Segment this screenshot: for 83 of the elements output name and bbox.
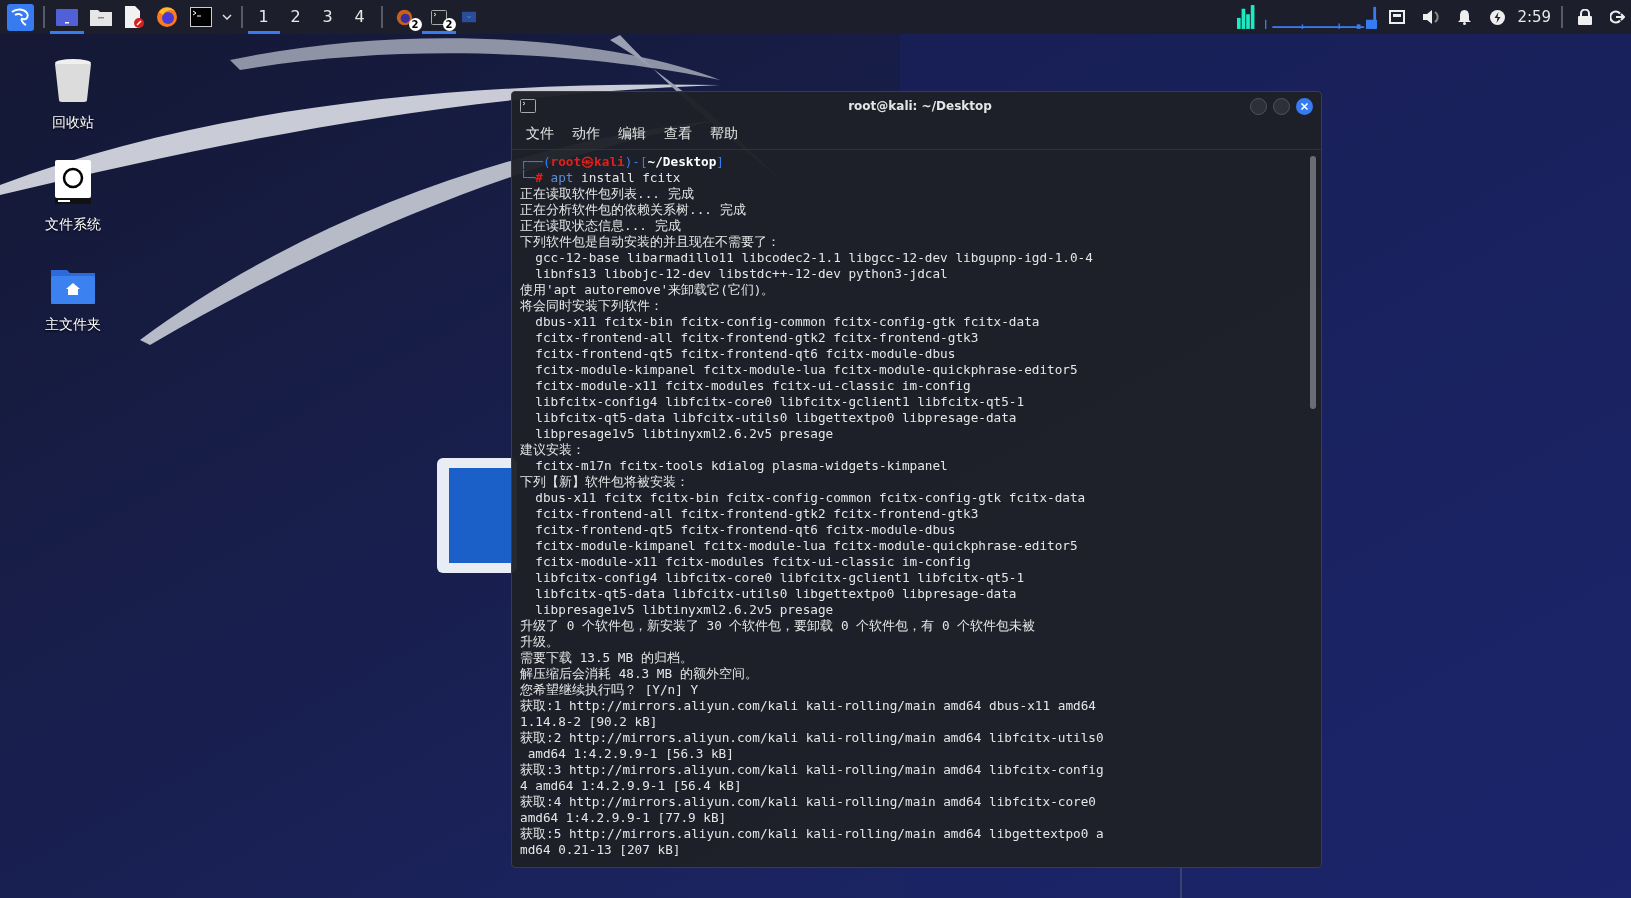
output-line: dbus-x11 fcitx-bin fcitx-config-common fcitx-config-gtk fcitx-data — [534, 314, 1040, 330]
output-line: 1.14.8-2 [90.2 kB] — [520, 714, 658, 730]
output-line: 正在读取状态信息... 完成 — [520, 218, 681, 234]
terminal-icon — [520, 99, 536, 113]
caret-icon — [221, 14, 232, 20]
menu-item[interactable]: 查看 — [662, 122, 694, 145]
output-line: amd64 1:4.2.9.9-1 [77.9 kB] — [520, 810, 727, 826]
output-line: 使用'apt autoremove'来卸载它(它们)。 — [520, 282, 775, 298]
output-line: 获取:5 http://mirrors.aliyun.com/kali kali-rolling/main amd64 libgettextpo0 a — [520, 826, 1104, 842]
output-line: 解压缩后会消耗 48.3 MB 的额外空间。 — [520, 666, 758, 682]
clock: 2:59 — [1516, 6, 1553, 28]
output-line: dbus-x11 fcitx fcitx-bin fcitx-config-common fcitx-config-gtk fcitx-data — [534, 490, 1086, 506]
output-line: 正在读取软件包列表... 完成 — [520, 186, 694, 202]
icon-label[interactable]: 文件系统 — [45, 214, 101, 235]
menu-item[interactable]: 动作 — [570, 122, 602, 145]
document-pencil-icon — [123, 6, 144, 28]
window-title: root@kali: ~/Desktop — [847, 98, 993, 115]
prompt-line: ┌──(root㉿kali)-[~/Desktop] — [520, 154, 724, 170]
output-line: fcitx-module-kimpanel fcitx-module-lua fcitx-module-quickphrase-editor5 — [534, 362, 1078, 378]
output-line: fcitx-frontend-qt5 fcitx-frontend-qt6 fcitx-module-dbus — [534, 522, 956, 538]
bell-icon — [1457, 9, 1473, 25]
window-button[interactable]: 2 — [387, 0, 422, 34]
output-line: 下列【新】软件包将被安装： — [520, 474, 689, 490]
terminal-icon — [189, 7, 212, 27]
window-count: 2 — [408, 18, 422, 31]
trash-icon — [54, 58, 92, 102]
output-line: libfcitx-config4 libfcitx-core0 libfcitx-gclient1 libfcitx-qt5-1 — [534, 394, 1025, 410]
output-line: libnfs13 libobjc-12-dev libstdc++-12-dev python3-jdcal — [534, 266, 948, 282]
output-line: fcitx-m17n fcitx-tools kdialog plasma-widgets-kimpanel — [534, 458, 948, 474]
output-line: fcitx-module-x11 fcitx-modules fcitx-ui-classic im-config — [534, 554, 971, 570]
lock-icon — [1577, 9, 1592, 25]
output-line: 下列软件包是自动安装的并且现在不需要了： — [520, 234, 780, 250]
output-line: 将会同时安装下列软件： — [520, 298, 663, 314]
output-line: fcitx-module-kimpanel fcitx-module-lua fcitx-module-quickphrase-editor5 — [534, 538, 1078, 554]
menu-item[interactable]: 帮助 — [708, 122, 740, 145]
desktop-icon — [55, 8, 78, 26]
output-line: md64 0.21-13 [207 kB] — [520, 842, 681, 858]
menu-item[interactable]: 编辑 — [616, 122, 648, 145]
firefox-icon — [155, 6, 178, 28]
output-line: fcitx-frontend-qt5 fcitx-frontend-qt6 fcitx-module-dbus — [534, 346, 956, 362]
output-line: fcitx-frontend-all fcitx-frontend-gtk2 fcitx-frontend-gtk3 — [534, 506, 979, 522]
workspace-tab[interactable]: 4 — [343, 0, 376, 34]
output-line: 获取:1 http://mirrors.aliyun.com/kali kali-rolling/main amd64 dbus-x11 amd64 — [520, 698, 1096, 714]
speaker-icon — [1423, 9, 1442, 25]
close-icon[interactable] — [1296, 97, 1313, 115]
output-line: 获取:3 http://mirrors.aliyun.com/kali kali-rolling/main amd64 libfcitx-config — [520, 762, 1104, 778]
output-line: fcitx-frontend-all fcitx-frontend-gtk2 fcitx-frontend-gtk3 — [534, 330, 979, 346]
scrollbar-thumb[interactable] — [1310, 156, 1316, 409]
folder-icon — [89, 8, 112, 26]
dragon-logo-icon — [7, 3, 34, 31]
icon-label[interactable]: 主文件夹 — [45, 314, 101, 335]
menu-item[interactable]: 文件 — [524, 122, 556, 145]
output-line: 4 amd64 1:4.2.9.9-1 [56.4 kB] — [520, 778, 742, 794]
network-icon — [1389, 10, 1406, 24]
output-line: 升级。 — [520, 634, 559, 650]
workspace-tab[interactable]: 1 — [247, 0, 280, 34]
output-line: libfcitx-config4 libfcitx-core0 libfcitx-gclient1 libfcitx-qt5-1 — [534, 570, 1025, 586]
lightning-icon — [1490, 9, 1506, 25]
home-folder-icon — [51, 268, 95, 304]
drive-icon — [55, 160, 91, 204]
prompt-line: └─# apt install fcitx — [520, 170, 681, 186]
output-line: 需要下载 13.5 MB 的归档。 — [520, 650, 693, 666]
window-button[interactable]: 2 — [421, 0, 456, 34]
firefox-icon — [396, 8, 413, 26]
output-line: 您希望继续执行吗？ [Y/n] Y — [520, 682, 699, 698]
workspace-tab[interactable]: 3 — [311, 0, 344, 34]
output-line: fcitx-module-x11 fcitx-modules fcitx-ui-classic im-config — [534, 378, 971, 394]
output-line: gcc-12-base libarmadillo11 libcodec2-1.1 libgcc-12-dev libgupnp-igd-1.0-4 — [534, 250, 1093, 266]
workspace-tab[interactable]: 2 — [279, 0, 312, 34]
output-line: 建议安装： — [520, 442, 585, 458]
output-line: 升级了 0 个软件包，新安装了 30 个软件包，要卸载 0 个软件包，有 0 个软件包未被 — [520, 618, 1036, 634]
logout-icon — [1609, 10, 1625, 24]
output-line: 正在分析软件包的依赖关系树... 完成 — [520, 202, 746, 218]
output-line: libfcitx-qt5-data libfcitx-utils0 libgettextpo0 libpresage-data — [534, 586, 1017, 602]
output-line: libfcitx-qt5-data libfcitx-utils0 libgettextpo0 libpresage-data — [534, 410, 1017, 426]
output-line: libpresage1v5 libtinyxml2.6.2v5 presage — [534, 426, 834, 442]
output-line: 获取:4 http://mirrors.aliyun.com/kali kali-rolling/main amd64 libfcitx-core0 — [520, 794, 1096, 810]
folder-icon — [461, 11, 476, 23]
terminal-icon — [430, 9, 447, 25]
icon-label[interactable]: 回收站 — [52, 112, 94, 133]
output-line: amd64 1:4.2.9.9-1 [56.3 kB] — [526, 746, 734, 762]
output-line: 获取:2 http://mirrors.aliyun.com/kali kali-rolling/main amd64 libfcitx-utils0 — [520, 730, 1104, 746]
output-line: libpresage1v5 libtinyxml2.6.2v5 presage — [534, 602, 834, 618]
